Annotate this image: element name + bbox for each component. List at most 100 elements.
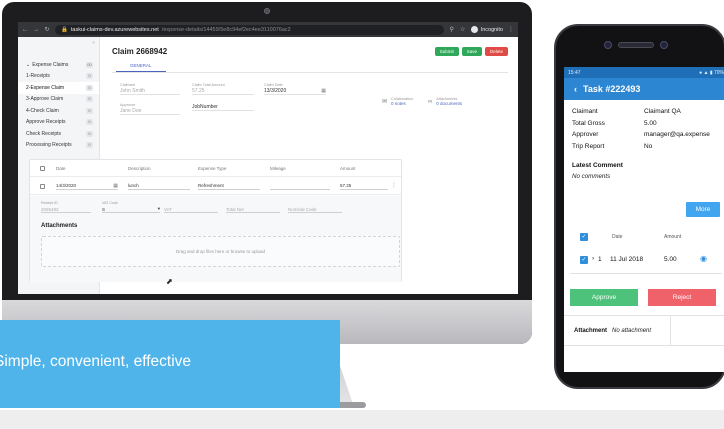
paperclip-icon: ∞	[428, 98, 433, 105]
column-header-mileage: Mileage	[270, 166, 286, 171]
sidebar-item-label: Processing Receipts	[26, 142, 72, 149]
row-checkbox[interactable]	[40, 184, 45, 189]
sidebar-item-label: Approve Receipts	[26, 119, 66, 126]
dropdown-icon: ▾	[157, 206, 160, 211]
reject-button[interactable]: Reject	[648, 289, 716, 306]
star-icon[interactable]: ☆	[460, 26, 466, 33]
front-camera	[604, 41, 612, 49]
sidebar-item-approve-claim[interactable]: 3-Approve Claim 0	[18, 94, 99, 106]
approver-field[interactable]: Approver Jane Doe	[120, 103, 180, 115]
attachments-info[interactable]: ∞ Attachments 0 documents	[428, 97, 462, 106]
notes-link[interactable]: 0 notes	[391, 101, 413, 106]
claim-fields: Claimant John Smith Claim Total Amount 5…	[112, 73, 508, 127]
sidebar-item-processing-receipts[interactable]: Processing Receipts 0	[18, 140, 99, 152]
column-header-expense-type: Expense Type	[198, 166, 227, 171]
action-buttons: Submit Save Delete	[434, 46, 508, 56]
select-all-checkbox[interactable]	[40, 166, 45, 171]
count-badge: 0	[86, 84, 93, 91]
column-header-description: Description	[128, 166, 151, 171]
field-value: 13/3/2020	[264, 88, 287, 94]
select-all-checkbox[interactable]: ✓	[580, 233, 588, 241]
vat-field[interactable]: VAT	[164, 205, 218, 213]
mileage-cell[interactable]	[270, 182, 330, 190]
sidebar-item-label: Expense Claims	[32, 61, 69, 68]
address-bar[interactable]: 🔒 taskui-claims-dev.azurewebsites.net/ex…	[55, 24, 444, 35]
no-comments-text: No comments	[572, 173, 611, 180]
claimant-field[interactable]: Claimant John Smith	[120, 83, 180, 95]
forward-icon[interactable]: →	[33, 27, 39, 33]
total-net-field[interactable]: Total Net	[226, 205, 280, 213]
sidebar-item-check-claim[interactable]: 4-Check Claim 0	[18, 105, 99, 117]
tagline-banner: Simple, convenient, effective	[0, 320, 340, 408]
floor-band	[0, 410, 724, 429]
sidebar-item-expense-claim[interactable]: 2-Expense Claim 0	[18, 82, 99, 94]
phone-table-header: ✓ Date Amount	[572, 232, 722, 244]
calendar-icon[interactable]: ▦	[113, 183, 118, 189]
page-title: Claim 2668942	[112, 46, 168, 56]
webcam	[264, 8, 270, 14]
description-cell[interactable]: lunch	[128, 182, 190, 190]
row-checkbox[interactable]: ✓	[580, 256, 588, 264]
table-row[interactable]: 14/3/2020 ▦ lunch Refreshment 57.25 ⋮	[30, 177, 401, 195]
earpiece	[618, 42, 654, 48]
submit-button[interactable]: Submit	[434, 46, 459, 56]
row-key: Trip Report	[572, 142, 605, 150]
url-path: /expense-details/14459/5e8c94ef2ec4ee311…	[161, 26, 291, 33]
date-cell[interactable]: 14/3/2020 ▦	[56, 182, 118, 190]
cell-value: 57.25	[340, 183, 352, 188]
vat-code-field[interactable]: VAT Code S ▾	[102, 201, 160, 213]
claim-date-field[interactable]: Claim Date 13/3/2020 ▦	[264, 83, 326, 95]
status-indicators: ● ▲ ▮ 70%	[699, 69, 724, 76]
line-detail: Receipt ID 2025482 VAT Code S ▾ VAT Total…	[30, 196, 401, 282]
back-icon[interactable]: ←	[22, 27, 28, 33]
vat-code-select[interactable]: S ▾	[102, 205, 160, 213]
count-badge: 0	[86, 107, 93, 114]
expense-lines-panel: Date Description Expense Type Mileage Am…	[29, 159, 402, 282]
back-arrow-icon[interactable]: ‹	[574, 84, 577, 94]
search-icon[interactable]: ⚲	[449, 26, 455, 33]
count-badge: 00	[86, 61, 93, 68]
marketing-composition: ← → ↻ 🔒 taskui-claims-dev.azurewebsites.…	[0, 0, 724, 429]
sidebar-item-check-receipts[interactable]: Check Receipts 0	[18, 128, 99, 140]
field-value: Jane Doe	[120, 107, 180, 115]
sidebar-item-receipts[interactable]: 1-Receipts 0	[18, 71, 99, 83]
sidebar-item-approve-receipts[interactable]: Approve Receipts 0	[18, 117, 99, 129]
claim-total-field[interactable]: Claim Total Amount 57.25	[192, 83, 254, 95]
approve-button[interactable]: Approve	[570, 289, 638, 306]
incognito-indicator[interactable]: Incognito	[470, 26, 503, 33]
documents-link[interactable]: 0 documents	[436, 101, 462, 106]
task-title: Task #222493	[583, 84, 641, 94]
nominal-code-field[interactable]: Nominal Code	[288, 205, 342, 213]
tagline: Simple, convenient, effective	[0, 353, 192, 370]
detail-row-total-gross: Total Gross 5.00	[572, 118, 720, 130]
collapse-icon[interactable]: «	[92, 40, 95, 46]
delete-button[interactable]: Delete	[484, 46, 508, 56]
sidebar-item-expense-claims[interactable]: ⌄ Expense Claims 00	[18, 59, 99, 71]
receipt-id-field[interactable]: Receipt ID 2025482	[41, 201, 91, 213]
row-value: No	[644, 142, 653, 150]
amount-cell[interactable]: 57.25	[340, 182, 388, 190]
row-menu-icon[interactable]: ⋮	[391, 182, 397, 189]
expense-type-cell[interactable]: Refreshment	[198, 182, 260, 190]
calendar-icon[interactable]: ▦	[321, 88, 326, 94]
eye-icon[interactable]: ◉	[700, 254, 707, 263]
job-number-input[interactable]: JobNumber	[192, 103, 254, 111]
tab-general[interactable]: GENERAL	[116, 63, 166, 72]
row-value: Claimant QA	[644, 108, 681, 116]
menu-icon[interactable]: ⋮	[508, 26, 514, 33]
row-index: 1	[598, 256, 602, 263]
url-host: taskui-claims-dev.azurewebsites.net	[70, 26, 159, 33]
sidebar-item-label: 2-Expense Claim	[26, 84, 65, 91]
sidebar-item-label: 1-Receipts	[26, 73, 50, 80]
mobile-phone: 15:47 ● ▲ ▮ 70% ‹ Task #222493 Claimant C…	[554, 24, 724, 389]
expand-chevron-icon[interactable]: ›	[592, 255, 594, 262]
collaboration-info[interactable]: ✉ Collaboration 0 notes	[382, 97, 413, 106]
save-button[interactable]: Save	[461, 46, 482, 56]
more-button[interactable]: More	[686, 202, 720, 217]
reload-icon[interactable]: ↻	[44, 26, 50, 33]
phone-table-row[interactable]: ✓ › 1 11 Jul 2018 5.00 ◉	[572, 254, 722, 266]
date-input[interactable]: 13/3/2020 ▦	[264, 87, 326, 95]
job-number-field[interactable]: JobNumber	[192, 103, 254, 111]
column-header-amount: Amount	[664, 234, 682, 240]
file-dropzone[interactable]: Drag and drop files here or browse to up…	[41, 236, 400, 267]
